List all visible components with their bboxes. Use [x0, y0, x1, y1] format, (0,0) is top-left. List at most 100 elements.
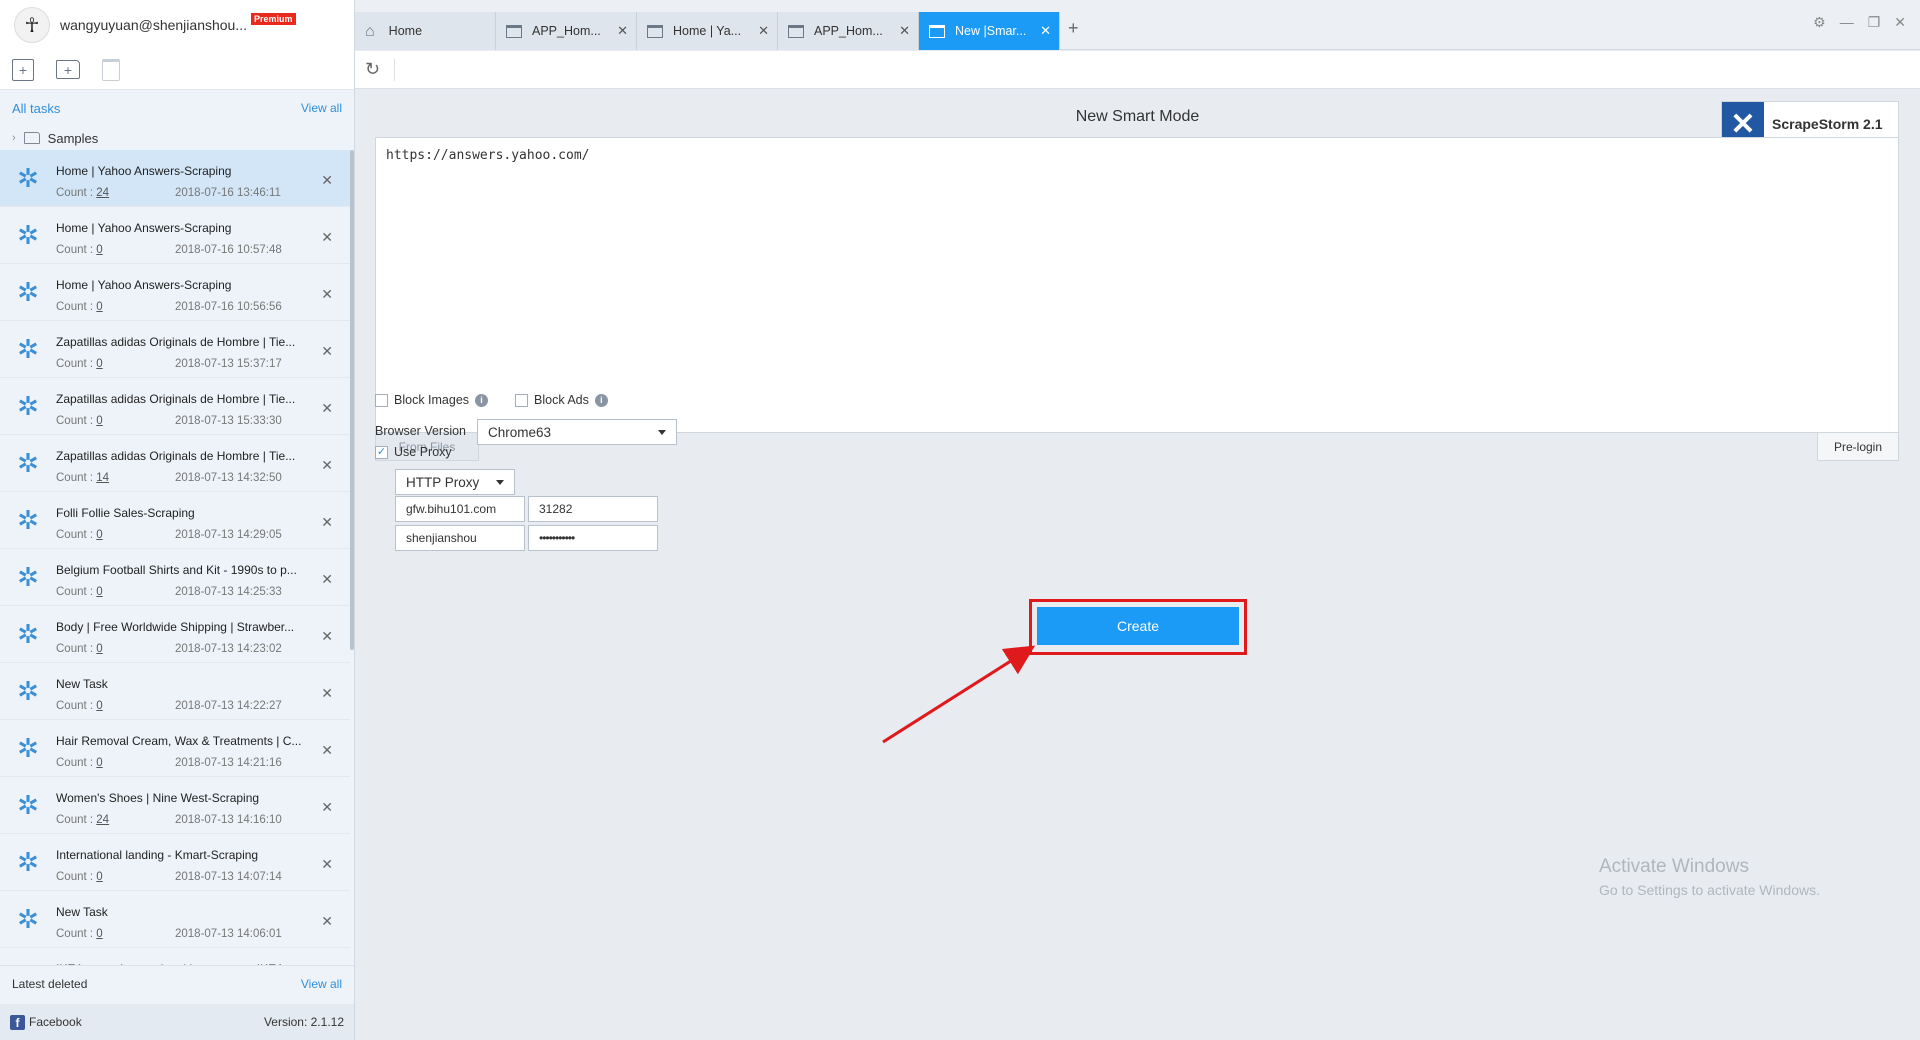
use-proxy-checkbox[interactable]: ✓ [375, 445, 388, 459]
task-item[interactable]: ✲IKEA.com - International homepage - IKE… [0, 948, 350, 966]
proxy-password-field[interactable]: ••••••••••• [528, 525, 658, 551]
task-count-value[interactable]: 0 [96, 358, 102, 370]
task-item[interactable]: ✲ Zapatillas adidas Originals de Hombre |… [0, 321, 350, 378]
task-count-value[interactable]: 0 [96, 871, 102, 883]
tab-home-yahoo[interactable]: Home | Ya... ✕ [637, 12, 778, 50]
task-item[interactable]: ✲ Zapatillas adidas Originals de Hombre |… [0, 435, 350, 492]
task-count-value[interactable]: 0 [96, 529, 102, 541]
user-bar: ☥ wangyuyuan@shenjianshou... Premium [0, 0, 354, 50]
use-proxy-option[interactable]: ✓ Use Proxy [375, 445, 452, 459]
task-close-icon[interactable]: ✕ [321, 685, 333, 702]
task-close-icon[interactable]: ✕ [321, 856, 333, 873]
tab-close-icon[interactable]: ✕ [617, 23, 628, 39]
tab-new-smart-mode[interactable]: New |Smar... ✕ [919, 12, 1060, 50]
trash-icon[interactable] [102, 58, 120, 81]
avatar[interactable]: ☥ [14, 7, 50, 43]
task-close-icon[interactable]: ✕ [321, 286, 333, 303]
task-count: Count : 24 [56, 814, 109, 826]
view-all-deleted-link[interactable]: View all [301, 977, 342, 991]
proxy-port-field[interactable]: 31282 [528, 496, 658, 522]
view-all-tasks-link[interactable]: View all [301, 101, 342, 115]
samples-folder[interactable]: › Samples [0, 126, 354, 150]
task-count-label: Count : [56, 813, 94, 826]
task-item[interactable]: ✲ Folli Follie Sales-Scraping Count : 0 201… [0, 492, 350, 549]
facebook-link[interactable]: f Facebook [10, 1014, 82, 1030]
add-tab-icon[interactable]: + [1068, 18, 1079, 39]
proxy-type-select[interactable]: HTTP Proxy [395, 469, 515, 495]
task-item[interactable]: ✲ Body | Free Worldwide Shipping | Strawb… [0, 606, 350, 663]
proxy-user-field[interactable]: shenjianshou [395, 525, 525, 551]
task-count-value[interactable]: 0 [96, 586, 102, 598]
url-input[interactable]: https://answers.yahoo.com/ [375, 137, 1899, 433]
task-date: 2018-07-13 14:07:14 [175, 870, 282, 883]
task-close-icon[interactable]: ✕ [321, 343, 333, 360]
tab-app-home-1[interactable]: APP_Hom... ✕ [496, 12, 637, 50]
tab-app-home-2[interactable]: APP_Hom... ✕ [778, 12, 919, 50]
task-item[interactable]: ✲ Hair Removal Cream, Wax & Treatments | … [0, 720, 350, 777]
task-item[interactable]: ✲ International landing - Kmart-Scraping C… [0, 834, 350, 891]
block-images-option[interactable]: Block Images i [375, 393, 489, 407]
info-icon[interactable]: i [594, 393, 608, 407]
task-close-icon[interactable]: ✕ [321, 742, 333, 759]
tab-label: APP_Hom... [814, 24, 883, 38]
task-date: 2018-07-16 10:56:56 [175, 300, 282, 313]
task-item[interactable]: ✲ Zapatillas adidas Originals de Hombre |… [0, 378, 350, 435]
task-count-value[interactable]: 0 [96, 700, 102, 712]
task-close-icon[interactable]: ✕ [321, 229, 333, 246]
proxy-host-field[interactable]: gfw.bihu101.com [395, 496, 525, 522]
task-close-icon[interactable]: ✕ [321, 571, 333, 588]
task-item[interactable]: ✲ Home | Yahoo Answers-Scraping Count : 0 2… [0, 264, 350, 321]
tab-close-icon[interactable]: ✕ [899, 23, 910, 39]
user-email[interactable]: wangyuyuan@shenjianshou... [60, 17, 247, 33]
task-close-icon[interactable]: ✕ [321, 799, 333, 816]
minimize-icon[interactable]: — [1840, 14, 1854, 31]
new-task-icon[interactable]: + [12, 58, 34, 81]
task-count-value[interactable]: 24 [96, 187, 109, 199]
tab-close-icon[interactable]: ✕ [758, 23, 769, 39]
chevron-right-icon[interactable]: › [12, 132, 16, 144]
task-count-value[interactable]: 14 [96, 472, 109, 484]
task-close-icon[interactable]: ✕ [321, 457, 333, 474]
task-item[interactable]: ✲ New Task Count : 0 2018-07-13 14:06:01 ✕ [0, 891, 350, 948]
task-item[interactable]: ✲ Home | Yahoo Answers-Scraping Count : 0 2… [0, 207, 350, 264]
task-magic-icon: ✲ [17, 333, 39, 364]
pre-login-button[interactable]: Pre-login [1817, 433, 1899, 461]
info-icon[interactable]: i [475, 393, 489, 407]
task-close-icon[interactable]: ✕ [321, 172, 333, 189]
settings-gear-icon[interactable]: ⚙ [1813, 14, 1826, 31]
new-folder-icon[interactable]: + [56, 60, 80, 79]
task-count-value[interactable]: 24 [96, 814, 109, 826]
task-count-value[interactable]: 0 [96, 757, 102, 769]
refresh-icon[interactable]: ↻ [365, 59, 380, 80]
task-date: 2018-07-13 14:16:10 [175, 813, 282, 826]
block-images-checkbox[interactable] [375, 393, 388, 407]
task-close-icon[interactable]: ✕ [321, 913, 333, 930]
task-close-icon[interactable]: ✕ [321, 400, 333, 417]
task-item[interactable]: ✲ Belgium Football Shirts and Kit - 1990s… [0, 549, 350, 606]
task-item[interactable]: ✲ Women's Shoes | Nine West-Scraping Count… [0, 777, 350, 834]
close-window-icon[interactable]: ✕ [1894, 14, 1906, 31]
task-close-icon[interactable]: ✕ [321, 514, 333, 531]
address-bar: ↻ [355, 51, 1920, 89]
tab-close-icon[interactable]: ✕ [1040, 23, 1051, 39]
tab-home[interactable]: ⌂ Home [355, 12, 496, 50]
task-count-value[interactable]: 0 [96, 928, 102, 940]
task-count-value[interactable]: 0 [96, 643, 102, 655]
task-close-icon[interactable]: ✕ [321, 628, 333, 645]
task-count-value[interactable]: 0 [96, 301, 102, 313]
task-item[interactable]: ✲ New Task Count : 0 2018-07-13 14:22:27 ✕ [0, 663, 350, 720]
task-name: Zapatillas adidas Originals de Hombre | … [56, 334, 296, 349]
block-ads-option[interactable]: Block Ads i [515, 393, 608, 407]
browser-version-select[interactable]: Chrome63 [477, 419, 677, 445]
task-count-label: Count : [56, 870, 94, 883]
restore-icon[interactable]: ❐ [1868, 14, 1881, 31]
task-count-value[interactable]: 0 [96, 415, 102, 427]
task-item[interactable]: ✲ Home | Yahoo Answers-Scraping Count : 24… [0, 150, 350, 207]
create-button[interactable]: Create [1037, 607, 1239, 645]
all-tasks-title[interactable]: All tasks [12, 101, 60, 116]
task-list-scrollbar[interactable] [350, 150, 354, 650]
task-count-value[interactable]: 0 [96, 244, 102, 256]
task-body: Zapatillas adidas Originals de Hombre | … [56, 378, 350, 435]
tab-bar: ⌂ Home APP_Hom... ✕ Home | Ya... ✕ APP_H… [355, 0, 1920, 50]
block-ads-checkbox[interactable] [515, 393, 528, 407]
